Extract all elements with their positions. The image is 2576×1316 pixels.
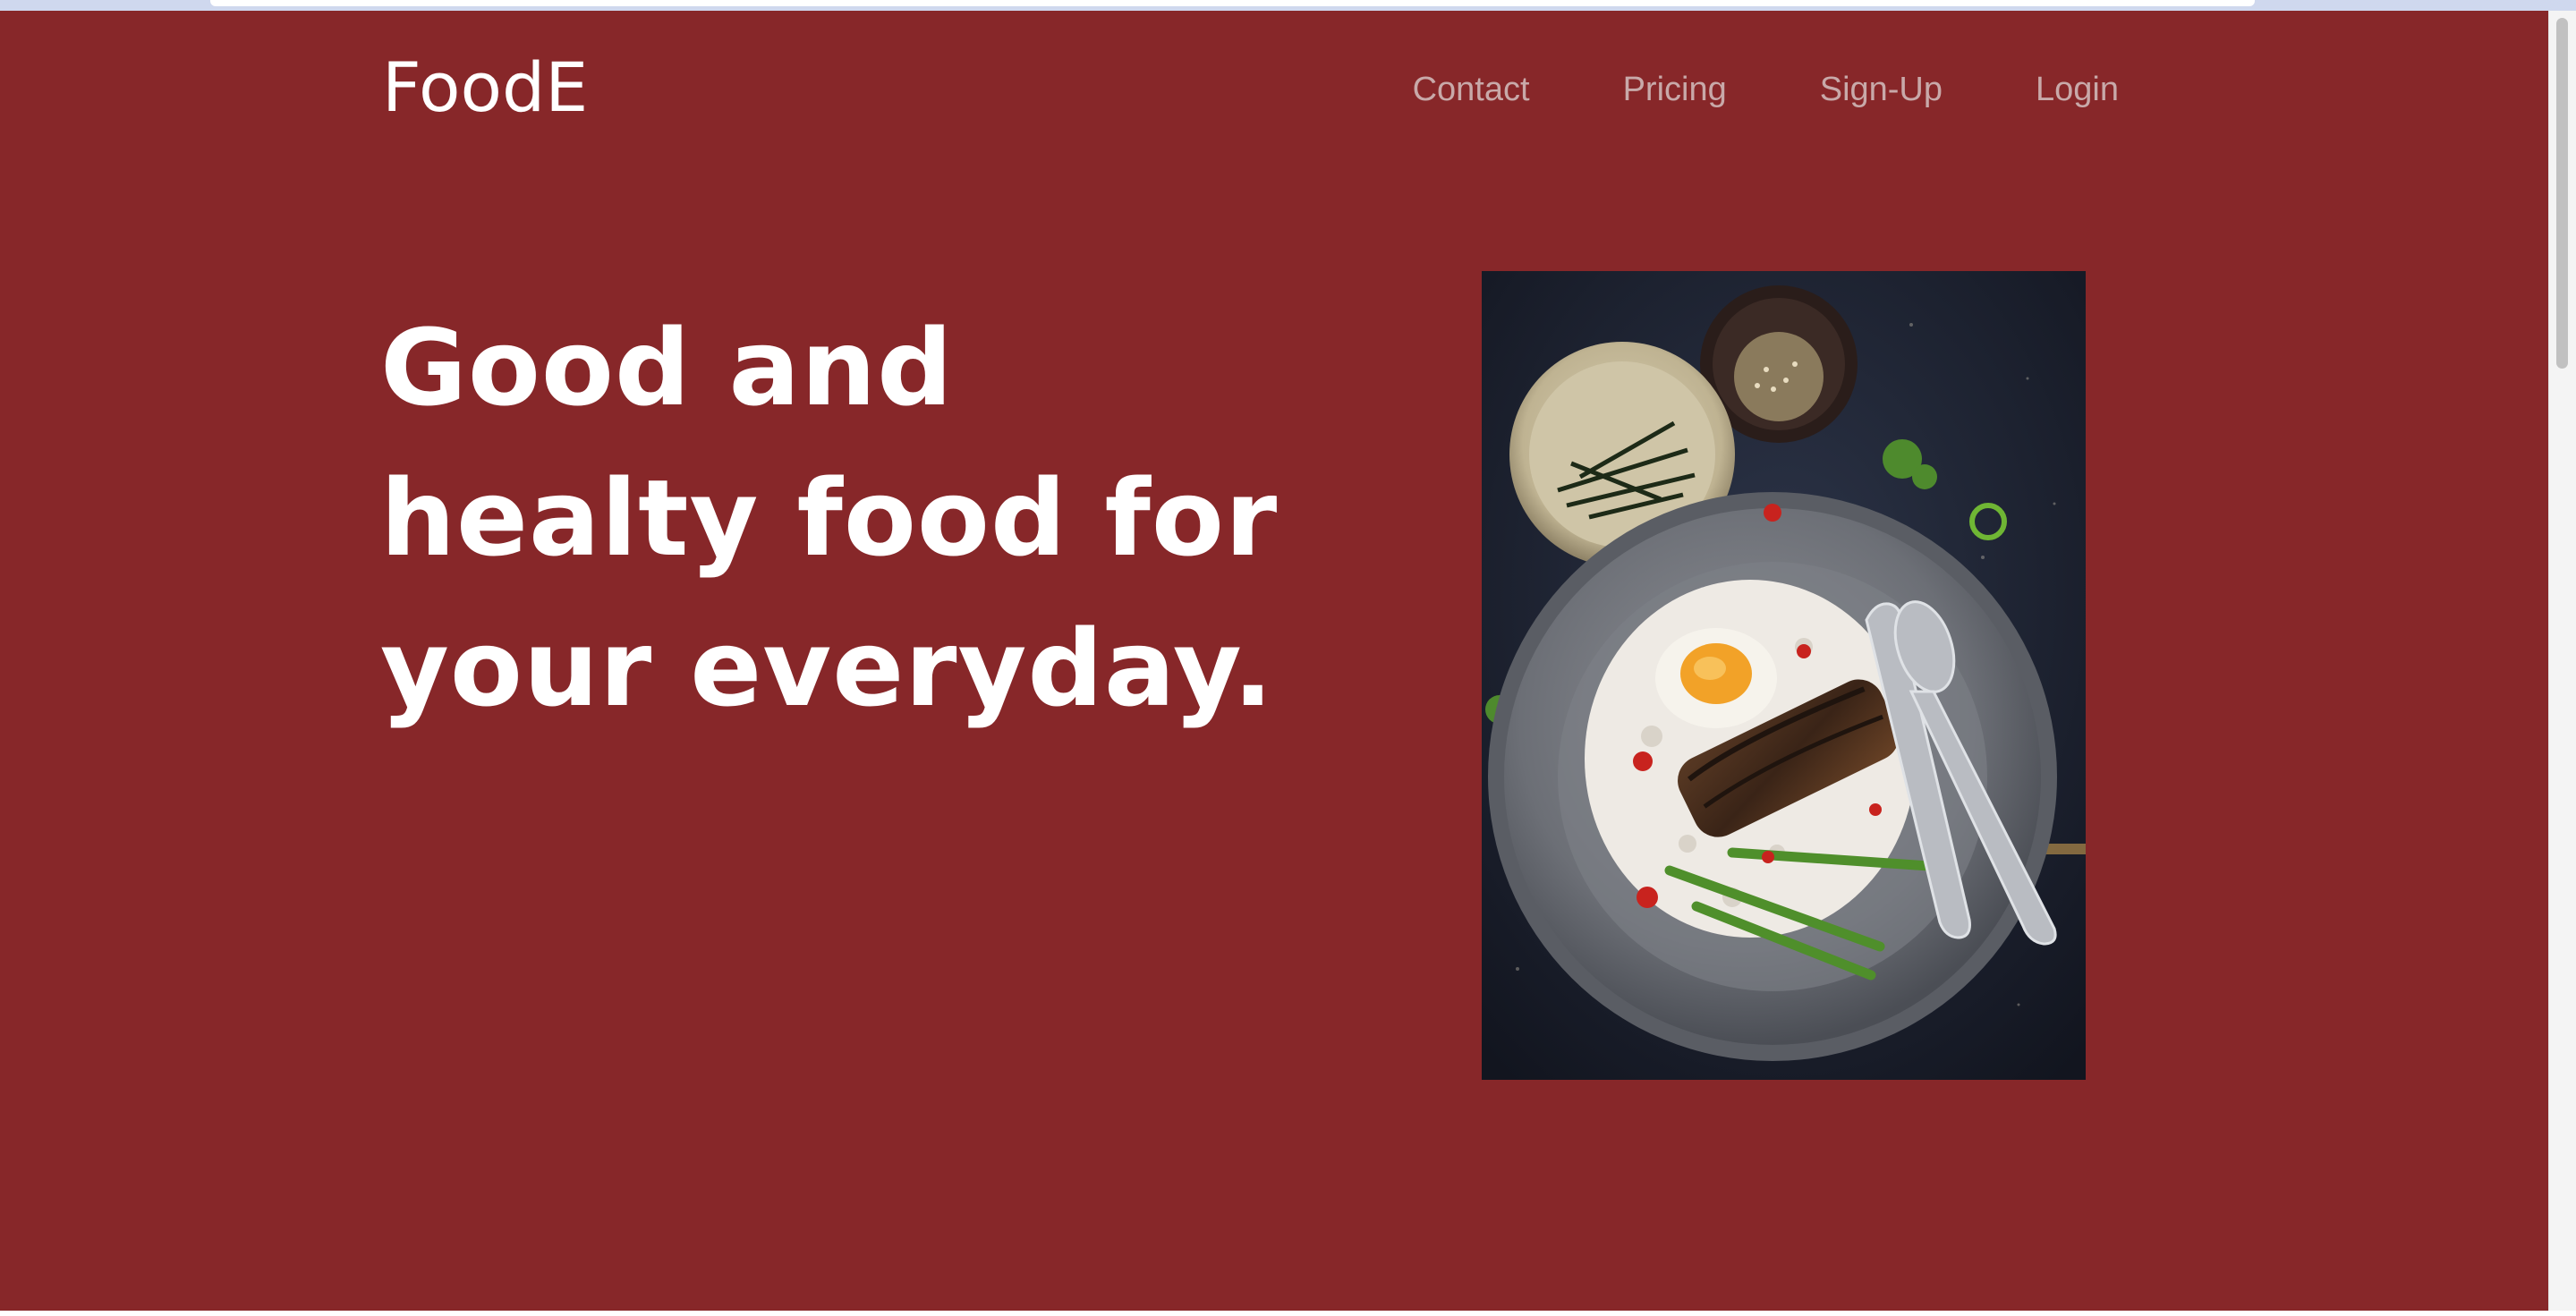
landing-page: FoodE Contact Pricing Sign-Up Login Good… xyxy=(0,11,2548,1311)
top-nav: Contact Pricing Sign-Up Login xyxy=(1413,54,2119,125)
page-scrollbar[interactable] xyxy=(2548,11,2576,1311)
nav-item-login: Login xyxy=(2036,54,2119,125)
nav-item-contact: Contact xyxy=(1413,54,1530,125)
hero-headline: Good and healty food for your everyday. xyxy=(380,293,1279,743)
page-bottom-edge xyxy=(0,1311,2576,1316)
food-plate-photo-icon xyxy=(1482,271,2086,1080)
nav-item-pricing: Pricing xyxy=(1623,54,1727,125)
nav-link-login[interactable]: Login xyxy=(2036,54,2119,125)
nav-link-pricing[interactable]: Pricing xyxy=(1623,54,1727,125)
browser-top-strip xyxy=(0,0,2576,11)
brand-logo[interactable]: FoodE xyxy=(382,43,588,132)
browser-tab-edge xyxy=(210,0,2255,6)
nav-link-contact[interactable]: Contact xyxy=(1413,54,1530,125)
nav-link-sign-up[interactable]: Sign-Up xyxy=(1820,54,1943,125)
hero-headline-line-2: healty food for xyxy=(380,456,1279,580)
nav-item-sign-up: Sign-Up xyxy=(1820,54,1943,125)
hero-headline-line-3: your everyday. xyxy=(380,607,1274,730)
hero-food-image xyxy=(1482,271,2086,1080)
scrollbar-thumb[interactable] xyxy=(2556,18,2568,369)
hero-headline-line-1: Good and xyxy=(380,306,954,429)
